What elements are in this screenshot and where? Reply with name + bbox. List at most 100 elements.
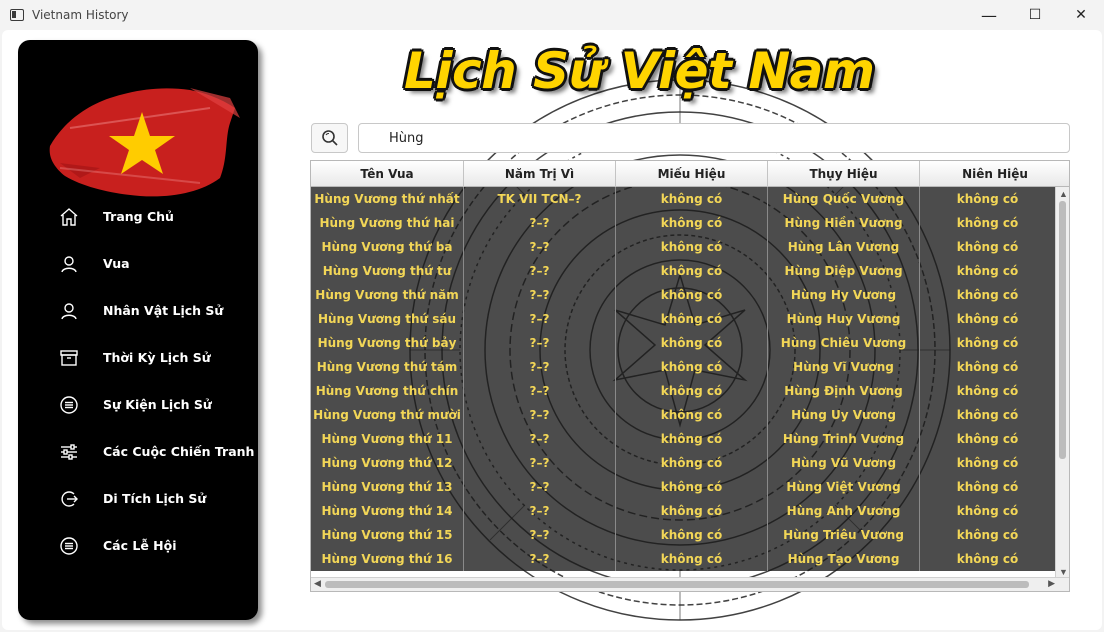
sidebar: Trang Chủ Vua Nhân Vật Lịch Sử Thời Kỳ L… (18, 40, 258, 620)
column-header-thuy-hieu[interactable]: Thụy Hiệu (768, 161, 920, 187)
table-cell: ?–? (464, 379, 616, 403)
sidebar-item-thoi-ky-lich-su[interactable]: Thời Kỳ Lịch Sử (18, 334, 258, 381)
table-row[interactable]: Hùng Vương thứ bảy ?–? không có Hùng Chiêu … (311, 331, 1056, 355)
table-cell: không có (920, 451, 1056, 475)
table-cell: không có (616, 355, 768, 379)
vietnam-flag-logo (49, 88, 240, 197)
home-icon (58, 206, 80, 228)
table-cell: Hùng Vương thứ hai (311, 211, 464, 235)
horizontal-scrollbar[interactable]: ◀ ▶ (311, 577, 1069, 591)
table-row[interactable]: Hùng Vương thứ năm ?–? không có Hùng Hy Vươ… (311, 283, 1056, 307)
table-cell: không có (616, 523, 768, 547)
table-row[interactable]: Hùng Vương thứ 16 ?–? không có Hùng Tạo Vươ… (311, 547, 1056, 571)
table-cell: ?–? (464, 427, 616, 451)
table-cell: Hùng Định Vương (768, 379, 920, 403)
table-cell: không có (616, 235, 768, 259)
table-cell: ?–? (464, 547, 616, 571)
table-cell: không có (616, 187, 768, 211)
table-cell: Hùng Vương thứ sáu (311, 307, 464, 331)
scroll-down-icon[interactable]: ▼ (1059, 567, 1068, 577)
column-header-nien-hieu[interactable]: Niên Hiệu (920, 161, 1069, 187)
table-cell: không có (920, 499, 1056, 523)
table-cell: không có (616, 283, 768, 307)
table-row[interactable]: Hùng Vương thứ chín ?–? không có Hùng Định … (311, 379, 1056, 403)
horizontal-scroll-thumb[interactable] (325, 581, 1029, 588)
table-cell: không có (616, 331, 768, 355)
table-cell: không có (920, 403, 1056, 427)
table-cell: không có (920, 547, 1056, 571)
table-cell: Hùng Tạo Vương (768, 547, 920, 571)
sidebar-item-cac-cuoc-chien-tranh[interactable]: Các Cuộc Chiến Tranh (18, 428, 258, 475)
table-cell: không có (616, 499, 768, 523)
window-title: Vietnam History (32, 8, 129, 22)
vertical-scrollbar[interactable]: ▲ ▼ (1055, 187, 1069, 579)
sidebar-item-vua[interactable]: Vua (18, 240, 258, 287)
window-titlebar: Vietnam History — ☐ ✕ (0, 0, 1104, 30)
maximize-button[interactable]: ☐ (1012, 0, 1058, 30)
table-cell: ?–? (464, 475, 616, 499)
sidebar-item-cac-le-hoi[interactable]: Các Lễ Hội (18, 522, 258, 569)
sidebar-item-label: Trang Chủ (103, 209, 174, 224)
table-cell: Hùng Huy Vương (768, 307, 920, 331)
table-cell: không có (920, 283, 1056, 307)
close-button[interactable]: ✕ (1058, 0, 1104, 30)
sidebar-item-label: Di Tích Lịch Sử (103, 491, 207, 506)
table-cell: không có (616, 475, 768, 499)
column-header-nam-tri-vi[interactable]: Năm Trị Vì (464, 161, 616, 187)
table-row[interactable]: Hùng Vương thứ 15 ?–? không có Hùng Triêu V… (311, 523, 1056, 547)
table-cell: Hùng Vương thứ 14 (311, 499, 464, 523)
table-row[interactable]: Hùng Vương thứ 12 ?–? không có Hùng Vũ Vươn… (311, 451, 1056, 475)
table-cell: Hùng Vương thứ 16 (311, 547, 464, 571)
table-cell: ?–? (464, 235, 616, 259)
table-row[interactable]: Hùng Vương thứ 14 ?–? không có Hùng Anh Vươ… (311, 499, 1056, 523)
table-cell: Hùng Uy Vương (768, 403, 920, 427)
user-icon (58, 253, 80, 275)
minimize-button[interactable]: — (966, 0, 1012, 30)
table-cell: không có (616, 379, 768, 403)
table-cell: không có (920, 331, 1056, 355)
search-button[interactable] (311, 123, 348, 153)
table-cell: Hùng Triêu Vương (768, 523, 920, 547)
table-row[interactable]: Hùng Vương thứ mười ?–? không có Hùng Uy Vư… (311, 403, 1056, 427)
app-icon (10, 9, 24, 21)
sidebar-item-label: Vua (103, 256, 130, 271)
scroll-right-icon[interactable]: ▶ (1048, 578, 1055, 589)
sidebar-item-su-kien-lich-su[interactable]: Sự Kiện Lịch Sử (18, 381, 258, 428)
table-cell: không có (616, 307, 768, 331)
table-cell: Hùng Vương thứ 11 (311, 427, 464, 451)
table-row[interactable]: Hùng Vương thứ 11 ?–? không có Hùng Trinh V… (311, 427, 1056, 451)
table-cell: không có (920, 427, 1056, 451)
sidebar-item-label: Nhân Vật Lịch Sử (103, 303, 224, 318)
table-cell: Hùng Trinh Vương (768, 427, 920, 451)
sidebar-item-nhan-vat-lich-su[interactable]: Nhân Vật Lịch Sử (18, 287, 258, 334)
sidebar-item-di-tich-lich-su[interactable]: Di Tích Lịch Sử (18, 475, 258, 522)
table-cell: Hùng Hiền Vương (768, 211, 920, 235)
scroll-left-icon[interactable]: ◀ (314, 578, 321, 589)
table-row[interactable]: Hùng Vương thứ ba ?–? không có Hùng Lân Vươ… (311, 235, 1056, 259)
table-cell: không có (616, 547, 768, 571)
table-cell: Hùng Quốc Vương (768, 187, 920, 211)
table-row[interactable]: Hùng Vương thứ sáu ?–? không có Hùng Huy Vư… (311, 307, 1056, 331)
table-cell: không có (920, 355, 1056, 379)
column-header-mieu-hieu[interactable]: Miếu Hiệu (616, 161, 768, 187)
sidebar-item-label: Thời Kỳ Lịch Sử (103, 350, 211, 365)
sidebar-item-trang-chu[interactable]: Trang Chủ (18, 193, 258, 240)
table-row[interactable]: Hùng Vương thứ tám ?–? không có Hùng Vĩ Vươ… (311, 355, 1056, 379)
table-cell: không có (616, 451, 768, 475)
table-row[interactable]: Hùng Vương thứ tư ?–? không có Hùng Diệp Vư… (311, 259, 1056, 283)
table-cell: ?–? (464, 331, 616, 355)
scroll-up-icon[interactable]: ▲ (1059, 189, 1068, 199)
table-row[interactable]: Hùng Vương thứ hai ?–? không có Hùng Hiền V… (311, 211, 1056, 235)
column-header-ten-vua[interactable]: Tên Vua (311, 161, 464, 187)
table-row[interactable]: Hùng Vương thứ 13 ?–? không có Hùng Việt Vư… (311, 475, 1056, 499)
table-cell: Hùng Vương thứ 12 (311, 451, 464, 475)
table-header: Tên Vua Năm Trị Vì Miếu Hiệu Thụy Hiệu N… (311, 161, 1069, 187)
table-cell: không có (616, 259, 768, 283)
table-row[interactable]: Hùng Vương thứ nhất TK VII TCN–? không có H… (311, 187, 1056, 211)
table-cell: không có (616, 211, 768, 235)
vertical-scroll-thumb[interactable] (1059, 201, 1066, 459)
list-circle-icon (58, 535, 80, 557)
table-cell: không có (920, 475, 1056, 499)
table-cell: Hùng Vương thứ bảy (311, 331, 464, 355)
search-input[interactable] (358, 123, 1070, 153)
